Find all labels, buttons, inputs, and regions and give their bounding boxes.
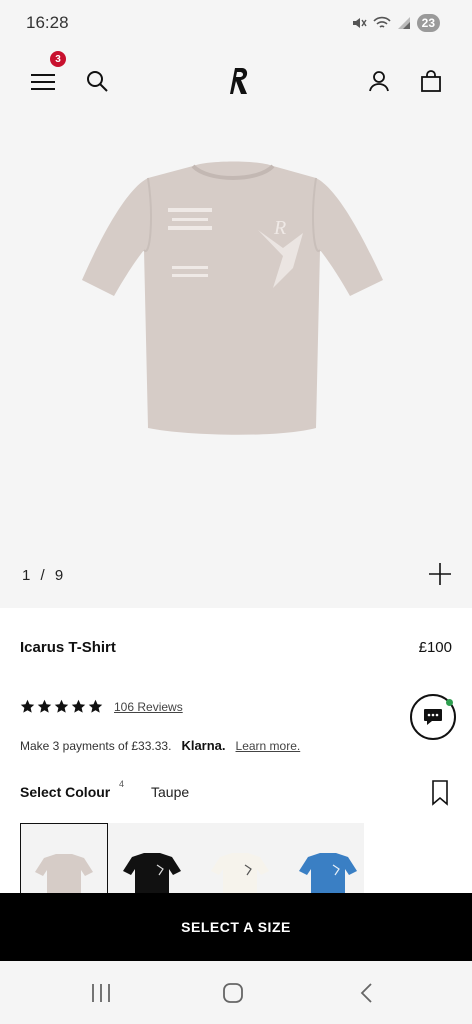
chat-button[interactable] [410,694,456,740]
chat-bubble-icon [424,709,442,725]
klarna-text: Make 3 payments of £33.33. [20,738,172,753]
wifi-icon [373,16,391,28]
klarna-learn-more-link[interactable]: Learn more. [236,739,301,753]
colour-swatch-taupe[interactable] [20,823,108,895]
system-nav-bar [0,961,472,1024]
header: 3 [0,48,472,114]
colour-label: Select Colour [20,784,111,800]
colour-count: 4 [119,779,125,789]
gallery-current: 1 [22,567,34,584]
colour-swatches [20,823,364,895]
product-image[interactable]: R [78,138,388,438]
shopping-bag-icon [421,70,441,92]
hamburger-menu-icon [31,74,55,90]
klarna-row: Make 3 payments of £33.33. Klarna. Learn… [20,738,300,753]
status-bar: 16:28 23 [0,0,472,48]
reviews-link[interactable]: 106 Reviews [114,700,183,714]
star-icon [20,699,35,713]
tshirt-thumbnail [123,853,181,895]
account-button[interactable] [364,66,394,96]
tshirt-thumbnail [299,853,357,895]
recent-apps-icon[interactable] [90,983,112,1003]
status-time: 16:28 [26,13,69,32]
star-icon [37,699,52,713]
star-icon [71,699,86,713]
zoom-plus-icon[interactable] [428,562,452,586]
search-icon [87,71,108,92]
gallery-counter: 1 / 9 [22,567,66,584]
svg-text:R: R [273,217,286,239]
select-size-button[interactable]: SELECT A SIZE [0,893,472,961]
menu-badge: 3 [50,51,66,67]
product-gallery[interactable]: R 1 / 9 [0,114,472,608]
star-rating [20,699,103,714]
back-icon[interactable] [358,982,374,1004]
search-button[interactable] [82,66,112,96]
menu-button[interactable] [26,66,60,96]
product-name: Icarus T-Shirt [20,639,116,656]
selected-colour: Taupe [151,784,190,800]
status-icons: 23 [351,14,440,32]
brand-logo[interactable] [224,64,252,96]
product-price: £100 [418,639,452,656]
shopping-bag-button[interactable] [416,66,446,96]
tshirt-thumbnail [35,854,93,895]
bookmark-icon[interactable] [431,780,449,806]
mute-icon [352,18,367,28]
account-icon [369,71,389,92]
star-icon [88,699,103,713]
home-icon[interactable] [222,982,244,1004]
colour-swatch-white[interactable] [196,823,284,895]
tshirt-thumbnail [211,853,269,895]
colour-row: Select Colour 4 Taupe [20,779,452,806]
gallery-separator: / [40,567,48,584]
colour-swatch-black[interactable] [108,823,196,895]
klarna-logo: Klarna. [181,738,226,753]
chat-online-dot [446,699,453,706]
signal-icon [397,17,410,29]
gallery-total: 9 [54,567,67,584]
rating: 106 Reviews [20,699,183,714]
battery-icon: 23 [416,14,440,32]
colour-swatch-blue[interactable] [284,823,364,895]
star-icon [54,699,69,713]
